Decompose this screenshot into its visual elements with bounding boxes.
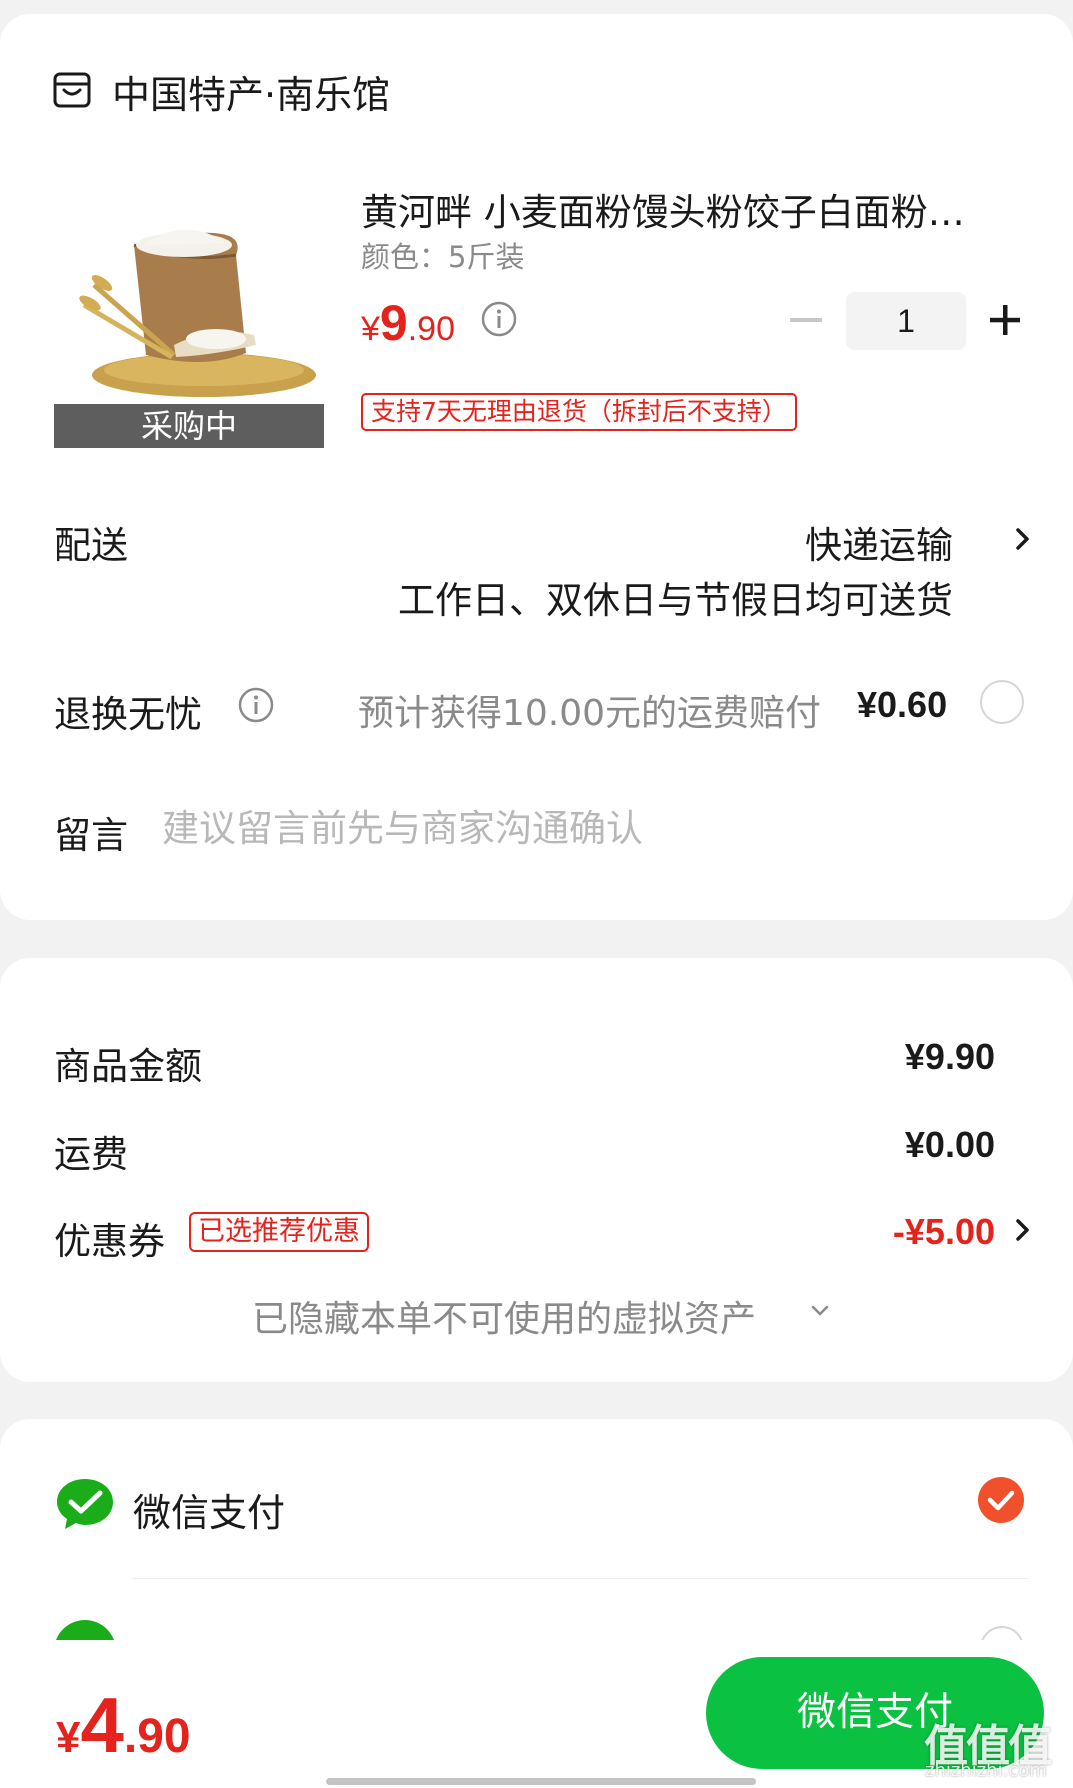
message-label: 留言 [54,814,128,857]
home-indicator[interactable] [326,1778,756,1785]
chevron-right-icon[interactable] [1012,526,1032,552]
chevron-down-icon[interactable] [810,1304,830,1318]
store-name[interactable]: 中国特产·南乐馆 [112,64,390,119]
total-decimal: .90 [123,1710,191,1763]
coupon-tag: 已选推荐优惠 [189,1212,369,1252]
divider [133,1578,1028,1579]
chevron-right-icon[interactable] [1012,1217,1032,1243]
total-integer: 4 [80,1681,124,1769]
store-icon [53,72,91,108]
goods-amount-value: ¥9.90 [904,1036,995,1077]
price-currency: ¥ [361,310,380,348]
exchange-info-icon[interactable] [237,686,275,724]
delivery-label: 配送 [54,524,128,567]
total-price: ¥4.90 [56,1680,191,1771]
price-decimal: .90 [407,310,455,348]
coupon-label: 优惠券 [54,1220,165,1263]
exchange-radio[interactable] [980,680,1024,724]
delivery-schedule: 工作日、双休日与节假日均可送货 [398,579,953,622]
quantity-increase-button[interactable] [988,303,1022,337]
exchange-description: 预计获得10.00元的运费赔付 [358,693,822,734]
order-item-card [0,14,1073,920]
shipping-label: 运费 [54,1133,128,1176]
total-currency: ¥ [56,1713,81,1762]
wechat-pay-label[interactable]: 微信支付 [133,1482,285,1537]
coupon-value[interactable]: -¥5.00 [893,1211,995,1253]
product-spec: 颜色：5斤装 [361,240,525,274]
exchange-label: 退换无忧 [54,693,202,736]
product-title[interactable]: 黄河畔 小麦面粉馒头粉饺子白面粉… [361,182,1001,236]
watermark-url: zhizhizhi.com [925,1760,1047,1781]
wechat-pay-icon [57,1479,113,1529]
quantity-field[interactable]: 1 [846,292,966,350]
shipping-value: ¥0.00 [904,1124,995,1165]
message-input[interactable] [162,803,982,853]
product-price: ¥9.90 [361,294,455,352]
delivery-method[interactable]: 快递运输 [805,515,953,569]
hidden-assets-toggle[interactable]: 已隐藏本单不可使用的虚拟资产 [252,1290,756,1342]
goods-amount-label: 商品金额 [54,1045,202,1088]
exchange-price: ¥0.60 [857,684,948,725]
return-policy-tag: 支持7天无理由退货（拆封后不支持） [361,393,797,431]
purchasing-badge: 采购中 [54,404,324,448]
quantity-decrease-button[interactable] [790,318,822,322]
wechat-pay-radio-checked[interactable] [978,1477,1024,1523]
price-integer: 9 [379,295,408,351]
price-info-icon[interactable] [480,300,518,338]
